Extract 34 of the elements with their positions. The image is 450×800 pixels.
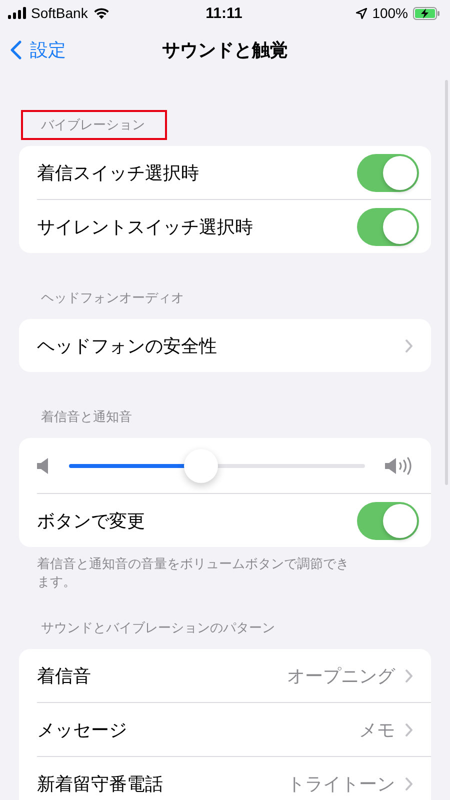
setting-value: トライトーン bbox=[287, 772, 395, 796]
setting-value: メモ bbox=[359, 718, 395, 742]
back-button[interactable]: 設定 bbox=[10, 38, 66, 62]
speaker-loud-icon bbox=[385, 456, 413, 474]
signal-icon bbox=[8, 7, 26, 19]
carrier-name: SoftBank bbox=[31, 5, 88, 21]
setting-label[interactable]: メッセージ bbox=[37, 718, 127, 742]
toggle-switch[interactable] bbox=[357, 208, 419, 246]
section-footer: 着信音と通知音の音量をボリュームボタンで調節できます。 bbox=[37, 555, 349, 592]
setting-value: オープニング bbox=[287, 664, 395, 688]
setting-label[interactable]: 新着留守番電話 bbox=[37, 772, 163, 796]
setting-label[interactable]: 着信音 bbox=[37, 664, 91, 688]
setting-label: ボタンで変更 bbox=[37, 510, 145, 532]
setting-label: サイレントスイッチ選択時 bbox=[37, 216, 253, 238]
setting-label: 着信スイッチ選択時 bbox=[37, 162, 199, 184]
location-arrow-icon bbox=[356, 8, 368, 18]
toggle-switch[interactable] bbox=[357, 502, 419, 540]
section-header: サウンドとバイブレーションのパターン bbox=[40, 619, 276, 638]
chevron-icon bbox=[405, 338, 413, 352]
toggle-switch[interactable] bbox=[357, 154, 419, 192]
setting-label[interactable]: ヘッドフォンの安全性 bbox=[37, 334, 217, 358]
battery-percent: 100% bbox=[372, 5, 408, 21]
charging-battery-icon bbox=[413, 6, 440, 20]
section-header: 着信音と通知音 bbox=[40, 408, 133, 426]
wifi-icon bbox=[92, 7, 110, 19]
back-chevron-icon bbox=[10, 40, 22, 60]
chevron-icon bbox=[405, 722, 413, 737]
chevron-icon bbox=[405, 776, 413, 791]
status-time: 11:11 bbox=[206, 4, 242, 22]
speaker-low-icon bbox=[37, 458, 49, 474]
chevron-icon bbox=[405, 668, 413, 683]
section-header: バイブレーション bbox=[21, 110, 167, 140]
section-header: ヘッドフォンオーディオ bbox=[40, 289, 185, 307]
page-title: サウンドと触覚 bbox=[162, 39, 288, 62]
